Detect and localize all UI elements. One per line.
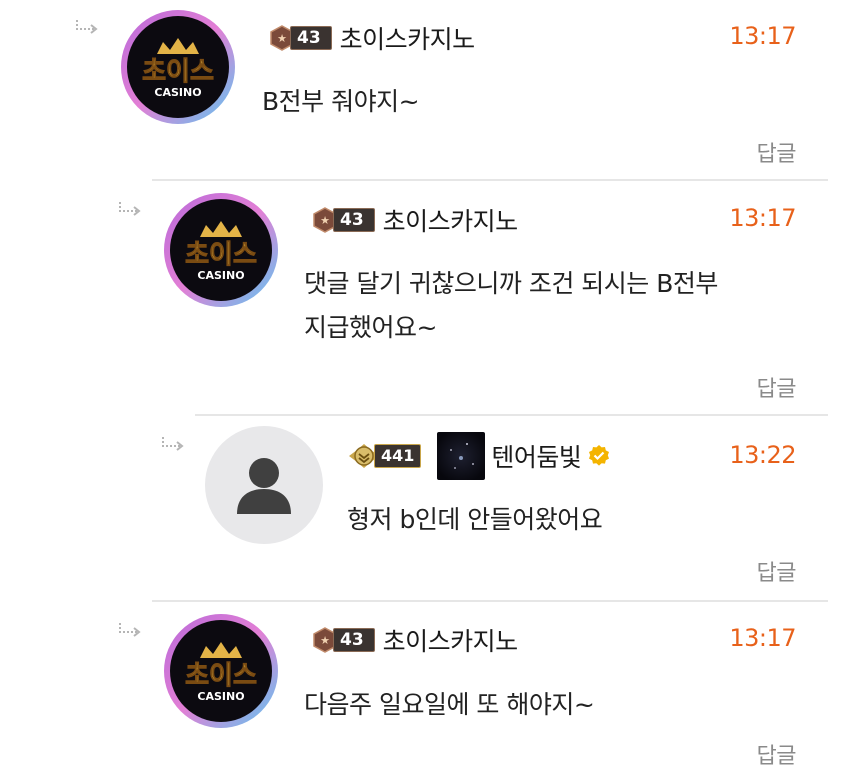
comment-header: ★ 43 초이스카지노 — [313, 620, 518, 660]
timestamp: 13:22 — [729, 441, 796, 469]
comment-text: 댓글 달기 귀찮으니까 조건 되시는 B전부 지급했어요~ — [304, 269, 718, 342]
reply-button[interactable]: 답글 — [757, 371, 797, 403]
casino-logo-icon: 초이스 CASINO — [164, 614, 278, 728]
default-avatar[interactable] — [205, 426, 323, 544]
timestamp: 13:17 — [729, 22, 796, 50]
svg-text:초이스: 초이스 — [185, 240, 257, 270]
reply-arrow-icon — [119, 623, 141, 637]
reply-button[interactable]: 답글 — [757, 136, 797, 168]
avatar[interactable]: 초이스 CASINO — [162, 191, 280, 309]
verified-check-icon — [589, 445, 610, 466]
reply-button[interactable]: 답글 — [757, 738, 797, 770]
gold-rank-badge: 441 — [348, 443, 422, 469]
nickname[interactable]: 텐어둠빛 — [491, 438, 582, 474]
comment-text: 다음주 일요일에 또 해야지~ — [304, 690, 595, 719]
svg-text:CASINO: CASINO — [197, 690, 244, 703]
svg-text:초이스: 초이스 — [142, 57, 214, 87]
comment-text: 형저 b인데 안들어왔어요 — [347, 505, 603, 534]
level-badge: ★ 43 — [313, 627, 375, 653]
timestamp: 13:17 — [729, 624, 796, 652]
svg-text:초이스: 초이스 — [185, 661, 257, 691]
nickname[interactable]: 초이스카지노 — [383, 202, 519, 238]
casino-logo-icon: 초이스 CASINO — [121, 10, 235, 124]
comment-header: 441 텐어둠빛 — [348, 432, 611, 480]
casino-logo-icon: 초이스 CASINO — [164, 193, 278, 307]
divider — [152, 179, 828, 181]
person-icon — [237, 458, 291, 514]
svg-text:★: ★ — [277, 32, 287, 45]
level-badge: ★ 43 — [270, 25, 332, 51]
divider — [152, 600, 828, 602]
svg-text:CASINO: CASINO — [154, 86, 201, 99]
nickname[interactable]: 초이스카지노 — [383, 622, 519, 658]
divider — [195, 414, 828, 416]
level-badge: ★ 43 — [313, 207, 375, 233]
svg-text:★: ★ — [320, 214, 330, 227]
comment-header: ★ 43 초이스카지노 — [313, 200, 518, 240]
nickname[interactable]: 초이스카지노 — [340, 20, 476, 56]
svg-text:★: ★ — [320, 634, 330, 647]
avatar[interactable]: 초이스 CASINO — [162, 612, 280, 730]
reply-button[interactable]: 답글 — [757, 555, 797, 587]
comment-header: ★ 43 초이스카지노 — [270, 18, 475, 58]
avatar[interactable]: 초이스 CASINO — [119, 8, 237, 126]
timestamp: 13:17 — [729, 204, 796, 232]
user-emblem-icon — [437, 432, 486, 480]
reply-arrow-icon — [162, 437, 184, 451]
reply-arrow-icon — [119, 202, 141, 216]
svg-text:CASINO: CASINO — [197, 269, 244, 282]
reply-arrow-icon — [76, 20, 98, 34]
comment-text: B전부 줘야지~ — [262, 87, 420, 116]
